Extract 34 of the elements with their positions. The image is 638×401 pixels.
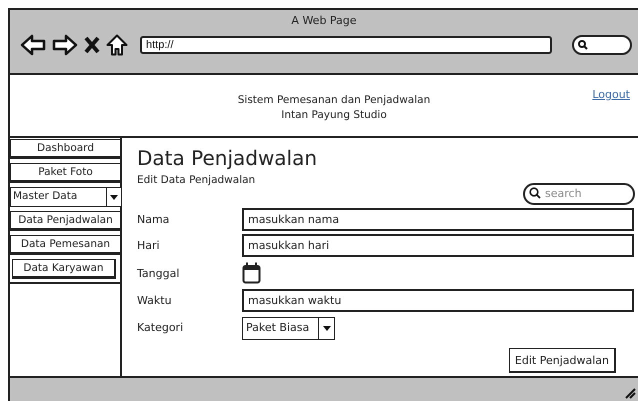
calendar-icon[interactable] [242, 262, 261, 284]
home-icon[interactable] [106, 34, 128, 56]
page-subtitle: Edit Data Penjadwalan [137, 174, 256, 186]
field-label: Kategori [137, 321, 184, 334]
sidebar-button[interactable]: Data Pemesanan [10, 235, 122, 255]
window-title: A Web Page [291, 14, 357, 27]
text-field[interactable]: masukkan nama [242, 208, 634, 231]
logout-link[interactable]: Logout [592, 88, 630, 101]
back-icon[interactable] [20, 34, 46, 56]
search-icon [529, 187, 541, 199]
forward-icon[interactable] [52, 34, 78, 56]
search-field[interactable] [572, 35, 632, 55]
sidebar-button[interactable]: Data Karyawan [12, 259, 116, 279]
page-title: Data Penjadwalan [137, 146, 318, 170]
text-field[interactable]: masukkan hari [242, 234, 634, 257]
field-label: Nama [137, 213, 170, 226]
sidebar-button[interactable]: Data Penjadwalan [10, 211, 122, 231]
close-icon[interactable] [84, 36, 100, 54]
sidebar-button[interactable]: Dashboard [10, 139, 122, 159]
address-field[interactable]: http:// [140, 36, 552, 54]
field-label: Tanggal [137, 266, 180, 280]
sidebar-button[interactable]: Paket Foto [10, 163, 122, 183]
category-dropdown[interactable]: Paket Biasa [242, 317, 335, 340]
edit-button[interactable]: Edit Penjadwalan [508, 348, 616, 373]
search-icon [578, 40, 588, 50]
caret-icon [322, 326, 330, 331]
sidebar-dropdown[interactable]: Master Data [10, 187, 122, 207]
resize-grip-icon[interactable] [624, 387, 636, 399]
search-field[interactable]: search [523, 182, 635, 204]
field-label: Waktu [137, 294, 173, 307]
field-label: Hari [137, 239, 161, 252]
text-field[interactable]: masukkan waktu [242, 289, 634, 312]
caret-icon [110, 194, 118, 200]
app-title: Sistem Pemesanan dan Penjadwalan Intan Payung Studio [238, 93, 430, 123]
